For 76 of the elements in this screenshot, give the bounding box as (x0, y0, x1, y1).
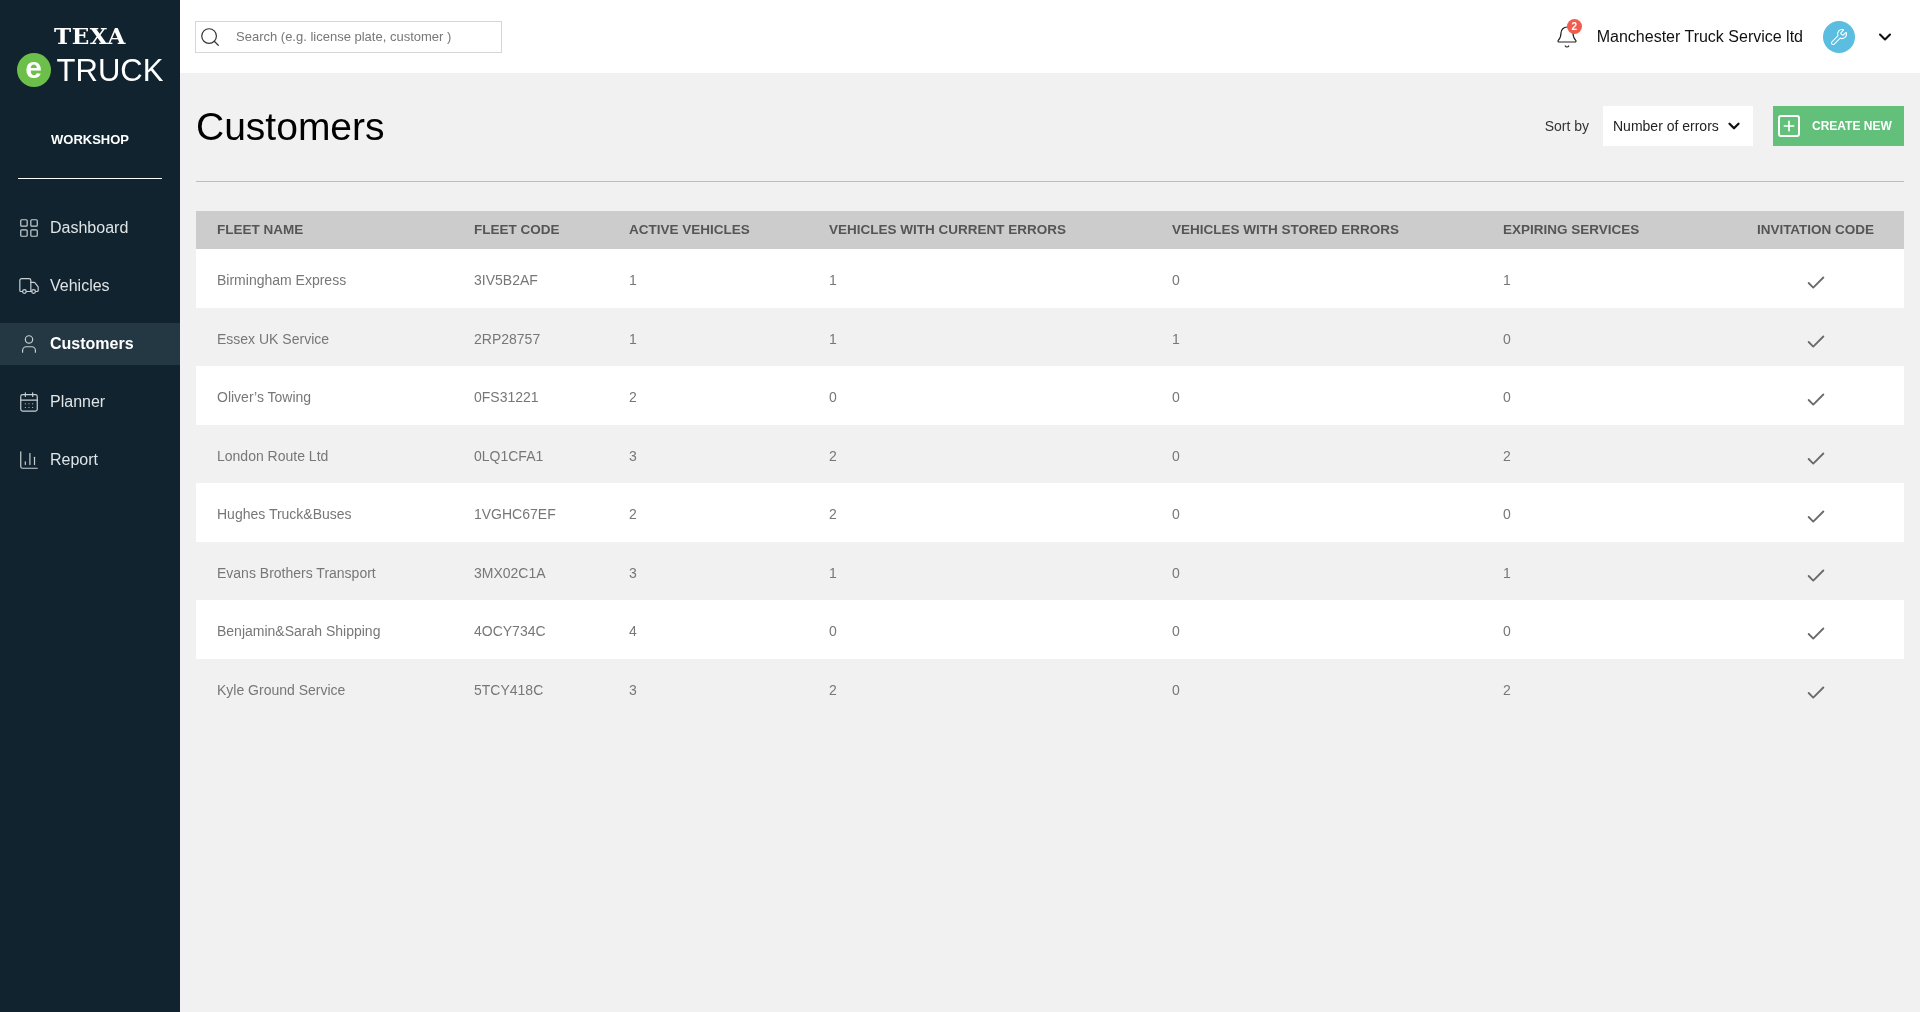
table-cell: 5TCY418C (474, 681, 544, 698)
table-cell: 4OCY734C (474, 623, 546, 639)
brand-top-text: TEXA (54, 24, 126, 47)
table-cell: 3MX02C1A (474, 564, 546, 581)
table-cell: 3 (629, 564, 637, 581)
sidebar-item[interactable]: Report (0, 438, 180, 481)
table-cell: 1 (829, 564, 837, 581)
table-cell: Essex UK Service (217, 330, 330, 347)
table-cell: 3IV5B2AF (474, 272, 538, 288)
sidebar-item[interactable]: Planner (0, 380, 180, 423)
table-cell: 0FS31221 (474, 389, 539, 405)
table-cell: 0 (1503, 506, 1511, 522)
table-cell: 2 (629, 389, 637, 405)
sort-dropdown[interactable]: Number of errors (1603, 106, 1753, 146)
column-header: FLEET CODE (474, 220, 561, 239)
column-header: ACTIVE VEHICLES (629, 220, 751, 239)
plus-icon (1778, 115, 1800, 137)
column-header: VEHICLES WITH CURRENT ERRORS (829, 220, 1067, 239)
table-cell: 1 (629, 330, 637, 347)
bar-chart-icon (18, 448, 40, 471)
table-cell: Oliver’s Towing (217, 389, 312, 405)
page-title: Customers (196, 106, 385, 146)
calendar-icon (18, 390, 40, 413)
table-cell: 2 (829, 506, 837, 522)
table-cell: 0 (1172, 681, 1180, 698)
table-cell: 0LQ1CFA1 (474, 447, 544, 464)
table-cell: 1 (1172, 330, 1180, 347)
table-cell: Kyle Ground Service (217, 681, 346, 698)
table-cell: 1 (1503, 272, 1511, 288)
table-cell: 1 (829, 330, 837, 347)
table-cell: 0 (829, 389, 837, 405)
brand-name-text: TRUCK (56, 54, 164, 86)
table-cell: 0 (829, 623, 837, 639)
table-cell: Evans Brothers Transport (217, 564, 376, 581)
column-header: INVITATION CODE (1755, 220, 1876, 239)
table-cell: 0 (1503, 330, 1511, 347)
section-label: WORKSHOP (50, 131, 130, 149)
search-icon (199, 25, 221, 48)
table-cell: Benjamin&Sarah Shipping (217, 623, 381, 639)
grid-icon (18, 216, 40, 239)
table-cell: 0 (1172, 506, 1180, 522)
table-cell: 4 (629, 623, 637, 639)
brand-logo-mark: e (16, 53, 51, 87)
table-cell: London Route Ltd (217, 447, 329, 464)
notification-badge: 2 (1566, 18, 1582, 34)
table-cell: 2 (629, 506, 637, 522)
table-cell: 2 (1503, 447, 1511, 464)
table-cell: 1 (629, 272, 637, 288)
table-cell: 2 (829, 447, 837, 464)
sidebar-item[interactable]: Customers (0, 322, 180, 365)
notification-bell-icon[interactable] (1554, 24, 1579, 49)
search-field[interactable]: Search (e.g. license plate, customer ) (195, 20, 502, 53)
table-cell: 2 (829, 681, 837, 698)
table-cell: 0 (1172, 564, 1180, 581)
table-cell: 0 (1503, 623, 1511, 639)
column-header: FLEET NAME (217, 220, 305, 239)
sidebar-item[interactable]: Dashboard (0, 206, 180, 249)
table-cell: 3 (629, 447, 637, 464)
column-header: VEHICLES WITH STORED ERRORS (1172, 220, 1401, 239)
table-cell: 0 (1172, 272, 1180, 288)
table-cell: 0 (1172, 623, 1180, 639)
table-cell: Birmingham Express (217, 272, 347, 288)
table-cell: 0 (1172, 389, 1180, 405)
table-cell: 0 (1172, 447, 1180, 464)
column-header: EXPIRING SERVICES (1503, 220, 1641, 239)
table-cell: 1VGHC67EF (474, 506, 556, 522)
table-cell: 2 (1503, 681, 1511, 698)
sidebar-item[interactable]: Vehicles (0, 264, 180, 307)
table-cell: 1 (829, 272, 837, 288)
sort-label: Sort by (1544, 116, 1589, 136)
table-cell: 1 (1503, 564, 1511, 581)
table-cell: 2RP28757 (474, 330, 541, 347)
table-cell: Hughes Truck&Buses (217, 506, 352, 522)
table-cell: 3 (629, 681, 637, 698)
account-name: Manchester Truck Service ltd (1596, 26, 1803, 47)
table-cell: 0 (1503, 389, 1511, 405)
